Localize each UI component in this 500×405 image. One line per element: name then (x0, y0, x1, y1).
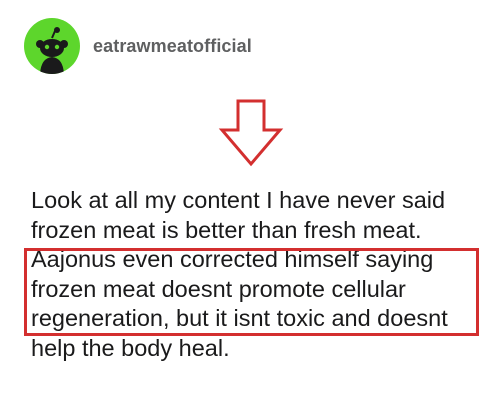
post-header: eatrawmeatofficial (24, 18, 252, 74)
post-text-line: help the body heal. (31, 334, 230, 361)
reddit-snoo-icon (36, 27, 68, 74)
down-arrow-icon (218, 99, 284, 167)
post-text-line: frozen meat is better than fresh meat. (31, 216, 422, 243)
post-text-line: Look at all my content I have never said (31, 187, 446, 213)
highlight-box (24, 248, 479, 336)
avatar[interactable] (24, 18, 80, 74)
username[interactable]: eatrawmeatofficial (93, 36, 252, 57)
